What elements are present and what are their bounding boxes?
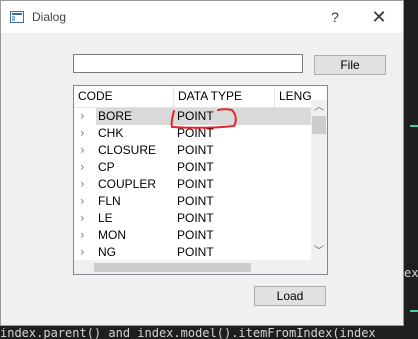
editor-gutter-marker: [410, 125, 418, 127]
code-cell: BORE: [96, 108, 174, 125]
table-row[interactable]: › LE POINT: [74, 210, 311, 227]
code-cell: NG: [98, 245, 116, 259]
editor-gutter-marker: [410, 310, 418, 312]
chevron-right-icon[interactable]: ›: [80, 176, 90, 193]
table-row[interactable]: › FLN POINT: [74, 193, 311, 210]
chevron-up-icon[interactable]: ︿: [311, 102, 327, 114]
table-row[interactable]: › CHK POINT: [74, 125, 311, 142]
data-type-cell: POINT: [177, 211, 214, 225]
chevron-right-icon[interactable]: ›: [80, 210, 90, 227]
vertical-scrollbar[interactable]: ︿ ﹀: [311, 100, 327, 260]
data-type-cell: POINT: [174, 108, 311, 125]
code-cell: MON: [98, 228, 126, 242]
dialog-window: Dialog ? ✕ File CODE DATA TYPE LENGTH › …: [0, 0, 404, 326]
table-row[interactable]: › COUPLER POINT: [74, 176, 311, 193]
table-row[interactable]: › NG POINT: [74, 244, 311, 261]
column-header-data-type[interactable]: DATA TYPE: [174, 86, 275, 107]
code-cell: LE: [98, 211, 113, 225]
column-header-length[interactable]: LENGTH: [275, 86, 311, 107]
column-header-code[interactable]: CODE: [74, 86, 174, 107]
chevron-right-icon[interactable]: ›: [80, 108, 90, 125]
horizontal-scroll-thumb[interactable]: [94, 263, 251, 272]
tree-header: CODE DATA TYPE LENGTH: [74, 86, 327, 108]
dialog-title: Dialog: [32, 10, 67, 24]
code-tree-view[interactable]: CODE DATA TYPE LENGTH › BORE POINT › CHK…: [73, 85, 328, 275]
editor-code-fragment: ex: [404, 266, 418, 280]
code-cell: COUPLER: [98, 177, 157, 191]
file-path-input[interactable]: [73, 54, 303, 73]
window-icon: [10, 11, 24, 23]
help-button[interactable]: ?: [322, 4, 348, 30]
data-type-cell: POINT: [177, 245, 214, 259]
code-cell: CP: [98, 160, 115, 174]
chevron-right-icon[interactable]: ›: [80, 244, 90, 261]
table-row[interactable]: › BORE POINT: [74, 108, 311, 125]
load-button[interactable]: Load: [254, 286, 326, 306]
vertical-scroll-thumb[interactable]: [312, 116, 326, 134]
close-button[interactable]: ✕: [361, 4, 397, 30]
data-type-cell: POINT: [177, 228, 214, 242]
table-row[interactable]: › CLOSURE POINT: [74, 142, 311, 159]
data-type-cell: POINT: [177, 143, 214, 157]
editor-code-line: index.parent() and index.model().itemFro…: [0, 328, 376, 339]
chevron-right-icon[interactable]: ›: [80, 159, 90, 176]
code-cell: CLOSURE: [98, 143, 157, 157]
data-type-cell: POINT: [177, 177, 214, 191]
table-row[interactable]: › MON POINT: [74, 227, 311, 244]
chevron-down-icon[interactable]: ﹀: [311, 246, 327, 258]
data-type-cell: POINT: [177, 126, 214, 140]
scrollbar-corner: [311, 260, 327, 274]
code-cell: CHK: [98, 126, 124, 140]
title-bar: Dialog ? ✕: [1, 1, 403, 33]
code-cell: FLN: [98, 194, 121, 208]
chevron-right-icon[interactable]: ›: [80, 125, 90, 142]
table-row[interactable]: › CP POINT: [74, 159, 311, 176]
chevron-right-icon[interactable]: ›: [80, 227, 90, 244]
horizontal-scrollbar[interactable]: [74, 260, 311, 274]
file-button[interactable]: File: [314, 55, 386, 75]
chevron-right-icon[interactable]: ›: [80, 142, 90, 159]
chevron-right-icon[interactable]: ›: [80, 193, 90, 210]
data-type-cell: POINT: [177, 194, 214, 208]
data-type-cell: POINT: [177, 160, 214, 174]
